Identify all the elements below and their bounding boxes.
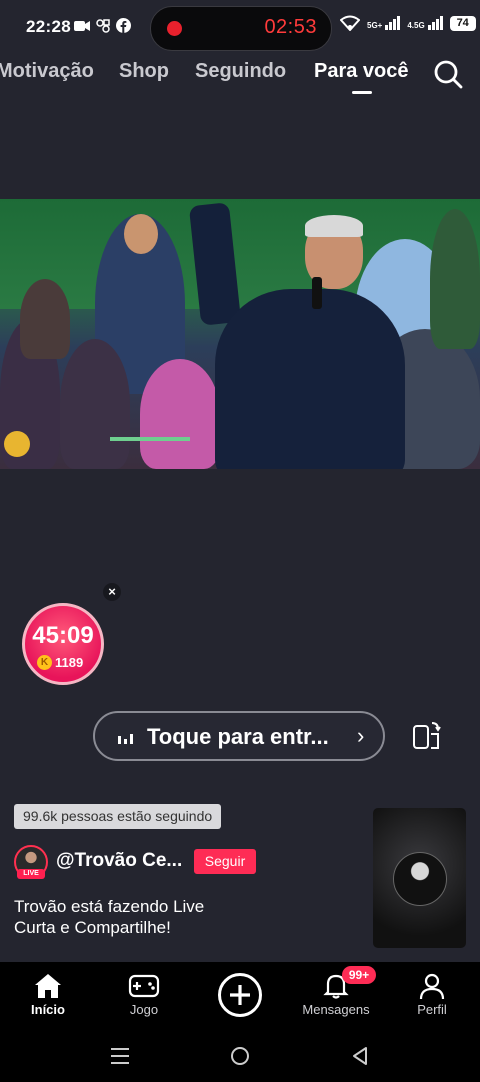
tab-shop[interactable]: Shop <box>119 60 169 83</box>
messages-badge: 99+ <box>342 966 376 984</box>
create-plus-icon <box>218 973 262 1017</box>
creator-thumbnail[interactable] <box>373 808 466 948</box>
home-circle-icon[interactable] <box>229 1045 251 1067</box>
nav-home[interactable]: Início <box>0 962 96 1030</box>
event-logo-icon <box>4 431 30 457</box>
system-navigation-bar <box>0 1030 480 1082</box>
live-audio-bars-icon <box>118 734 133 744</box>
bottom-navigation: Início Jogo Mensagens Perfil <box>0 962 480 1030</box>
active-tab-indicator <box>352 91 372 94</box>
tab-motivacao[interactable]: Motivação <box>0 60 94 83</box>
coin-count: 1189 <box>55 655 84 670</box>
coin-count-row: K 1189 <box>37 655 83 670</box>
battery-icon: 74 <box>449 15 476 31</box>
status-bar: 22:28 02:53 5G+ 4.5G 74 <box>0 0 480 56</box>
facebook-icon <box>116 18 131 33</box>
status-time: 22:28 <box>26 17 71 36</box>
enter-live-label: Toque para entr... <box>147 724 329 749</box>
live-caption: Trovão está fazendo Live Curta e Compart… <box>14 897 205 937</box>
thumbnail-avatar <box>393 852 447 906</box>
coin-icon: K <box>37 655 52 670</box>
signal-1-icon: 5G+ <box>367 16 401 30</box>
live-timer-widget[interactable]: 45:09 K 1189 <box>22 603 104 685</box>
screen-recording-pill[interactable]: 02:53 <box>150 6 332 51</box>
live-badge: LIVE <box>17 869 45 879</box>
rotate-screen-icon[interactable] <box>410 720 444 754</box>
feed-tabs: Motivação Shop Seguindo Para você <box>0 56 480 96</box>
nav-game[interactable]: Jogo <box>96 962 192 1030</box>
follow-button[interactable]: Seguir <box>194 849 256 874</box>
person-icon <box>419 973 445 1000</box>
close-timer-button[interactable]: × <box>103 583 121 601</box>
live-timer-value: 45:09 <box>32 622 94 649</box>
enter-live-button[interactable]: Toque para entr... › <box>93 711 385 761</box>
search-icon[interactable] <box>432 58 464 90</box>
followers-count-badge: 99.6k pessoas estão seguindo <box>14 804 222 829</box>
chevron-right-icon: › <box>357 723 365 748</box>
back-icon[interactable] <box>350 1045 370 1067</box>
tab-para-voce[interactable]: Para você <box>314 60 409 83</box>
status-right-icons: 5G+ 4.5G 74 <box>340 15 476 31</box>
menu-icon[interactable] <box>109 1046 131 1066</box>
status-notification-icons <box>74 18 131 33</box>
live-video-preview[interactable] <box>0 199 480 469</box>
video-camera-icon <box>74 20 90 31</box>
nav-profile[interactable]: Perfil <box>384 962 480 1030</box>
home-icon <box>35 974 61 998</box>
nav-create[interactable] <box>192 962 288 1030</box>
recording-timer: 02:53 <box>264 16 317 38</box>
game-controller-icon <box>128 974 160 998</box>
recording-dot-icon <box>167 21 182 36</box>
app-grid-icon <box>96 18 110 33</box>
tab-seguindo[interactable]: Seguindo <box>195 60 286 83</box>
wifi-icon <box>340 15 360 31</box>
creator-username[interactable]: @Trovão Ce... <box>56 850 182 872</box>
signal-2-icon: 4.5G <box>407 16 443 30</box>
